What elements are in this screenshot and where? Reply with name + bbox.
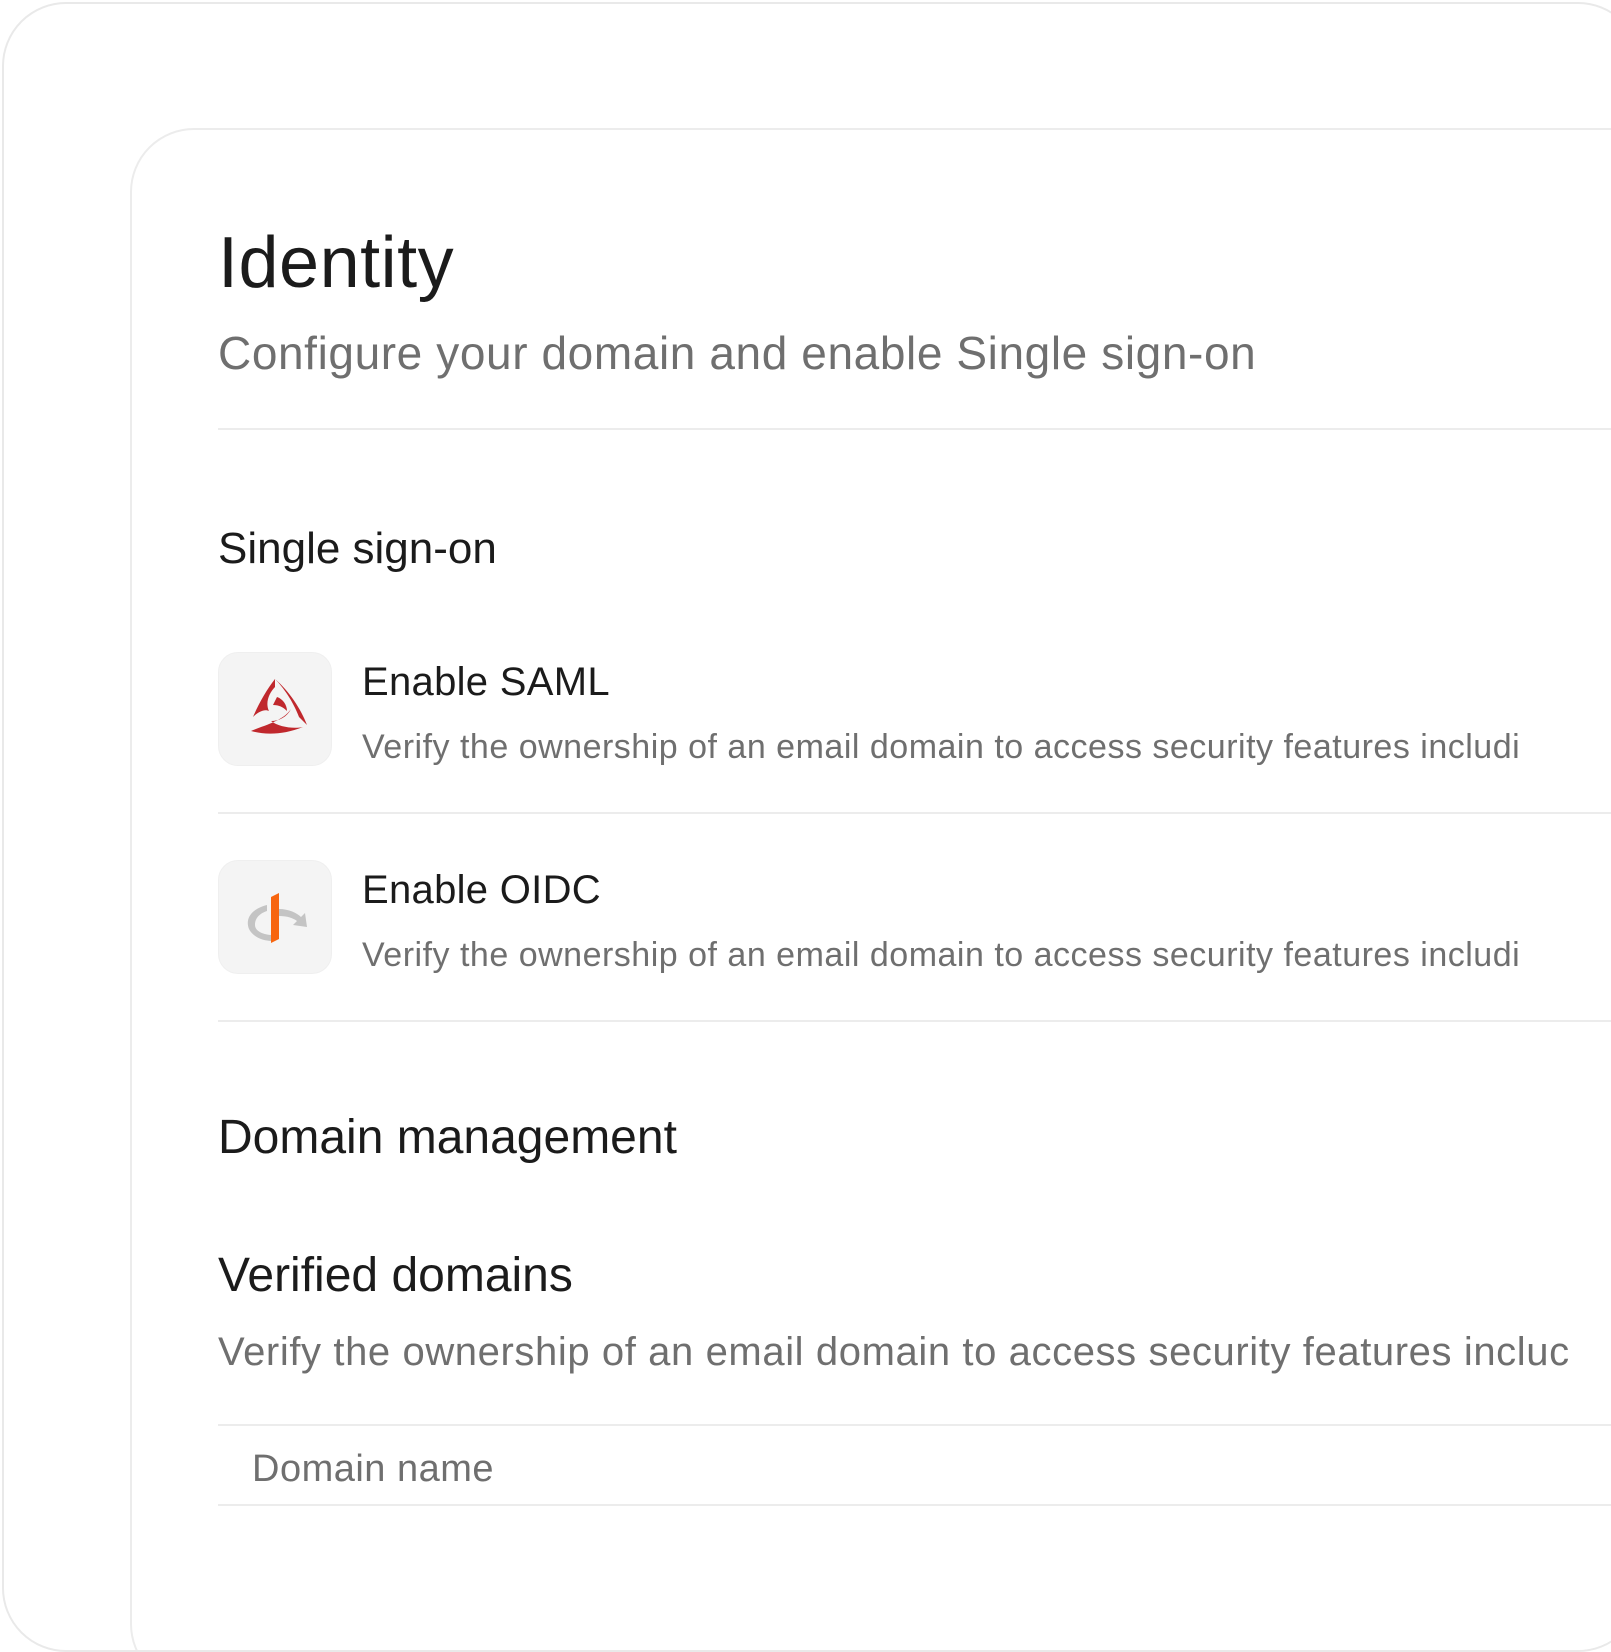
settings-card: Identity Configure your domain and enabl…	[130, 128, 1611, 1650]
verified-domains-heading: Verified domains	[218, 1249, 573, 1302]
domains-table-header: Domain name	[218, 1424, 1611, 1506]
page-title: Identity	[218, 223, 455, 303]
page-subtitle: Configure your domain and enable Single …	[218, 327, 1257, 379]
enable-saml-row[interactable]: Enable SAML Verify the ownership of an e…	[218, 652, 1611, 768]
window-frame: Identity Configure your domain and enabl…	[2, 2, 1611, 1652]
oidc-divider	[218, 1020, 1611, 1022]
saml-icon-tile	[218, 652, 332, 766]
enable-oidc-row[interactable]: Enable OIDC Verify the ownership of an e…	[218, 860, 1611, 976]
header-divider	[218, 428, 1611, 430]
saml-divider	[218, 812, 1611, 814]
sso-section-heading: Single sign-on	[218, 524, 497, 573]
openid-logo-icon	[247, 893, 307, 943]
saml-logo-icon	[251, 679, 307, 734]
enable-saml-title: Enable SAML	[362, 660, 610, 704]
enable-oidc-description: Verify the ownership of an email domain …	[362, 936, 1521, 974]
enable-oidc-title: Enable OIDC	[362, 868, 601, 912]
domain-management-heading: Domain management	[218, 1111, 677, 1164]
oidc-icon-tile	[218, 860, 332, 974]
enable-saml-description: Verify the ownership of an email domain …	[362, 728, 1521, 766]
verified-domains-description: Verify the ownership of an email domain …	[218, 1330, 1570, 1374]
column-domain-name[interactable]: Domain name	[252, 1448, 494, 1491]
